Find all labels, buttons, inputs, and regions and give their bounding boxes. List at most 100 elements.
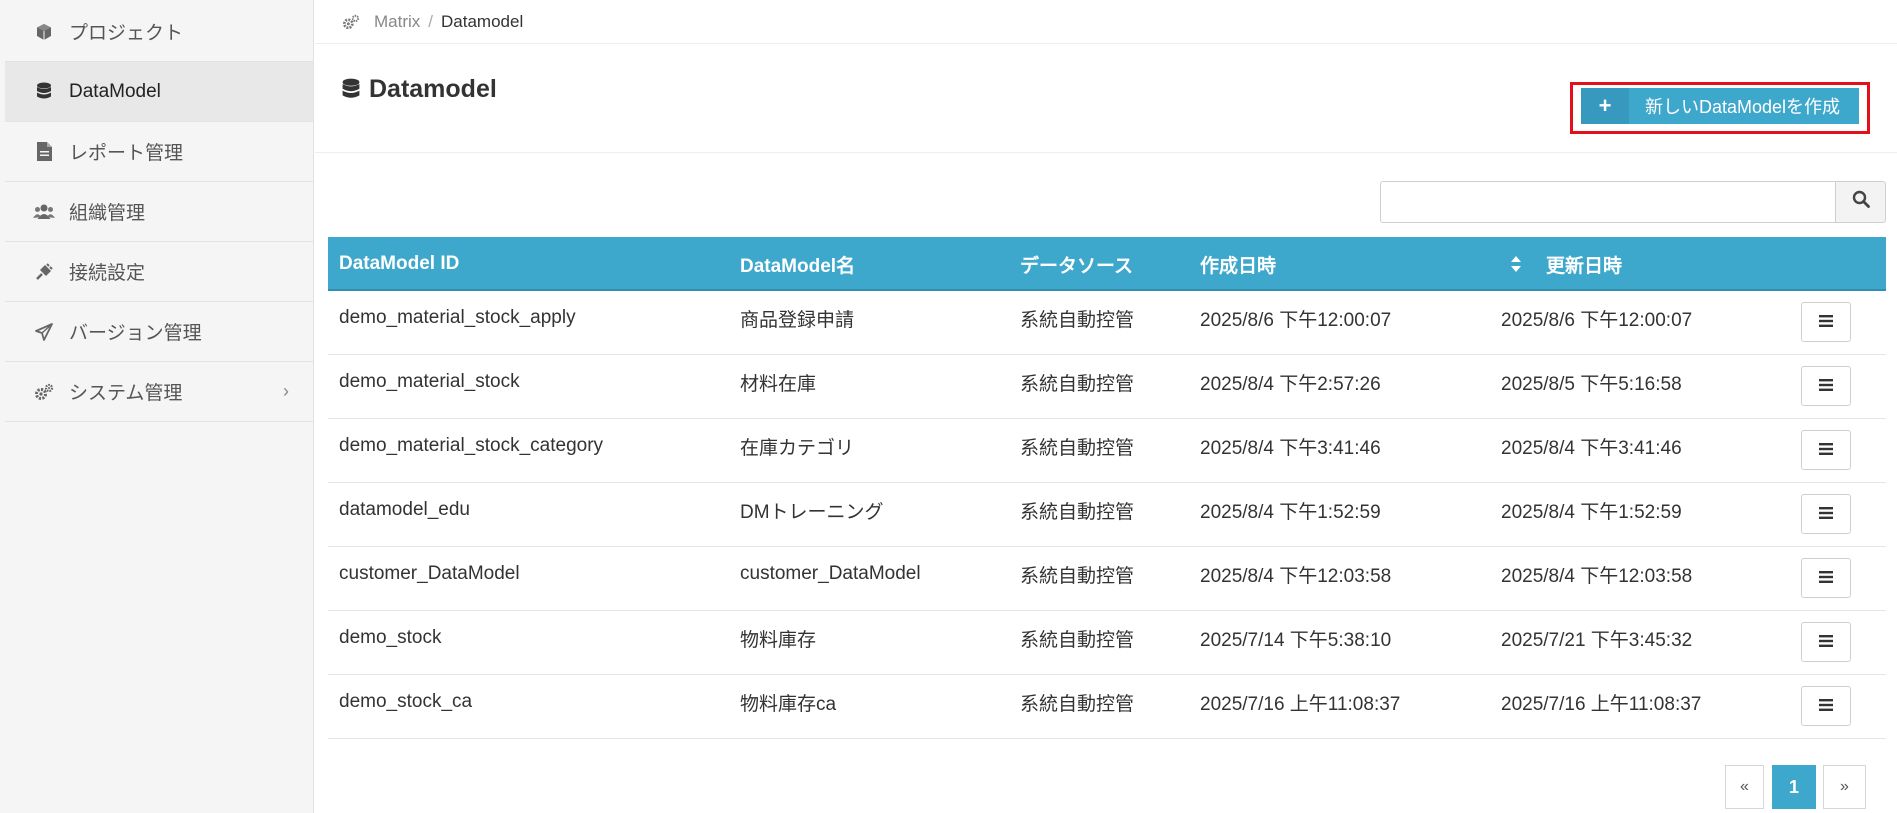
cell-source: 系統自動控管 xyxy=(1020,309,1135,331)
cell-source: 系統自動控管 xyxy=(1020,629,1135,651)
table-row: demo_stock 物料庫存 系統自動控管 2025/7/14 下午5:38:… xyxy=(328,611,1886,675)
cell-updated: 2025/8/4 下午1:52:59 xyxy=(1501,501,1682,523)
row-menu-button[interactable] xyxy=(1801,302,1851,342)
column-header-source[interactable]: データソース xyxy=(1020,237,1133,291)
sidebar-item-label: 接続設定 xyxy=(69,263,146,284)
breadcrumb: Matrix / Datamodel xyxy=(315,0,1897,44)
users-icon xyxy=(33,201,55,223)
search-button[interactable] xyxy=(1835,181,1886,223)
plus-icon: + xyxy=(1581,88,1629,124)
breadcrumb-separator: / xyxy=(428,11,434,31)
cell-id: demo_stock_ca xyxy=(339,691,473,712)
datamodel-table: DataModel ID DataModel名 データソース 作成日時 更新日時… xyxy=(328,237,1886,739)
row-menu-button[interactable] xyxy=(1801,366,1851,406)
row-menu-button[interactable] xyxy=(1801,686,1851,726)
cell-updated: 2025/7/21 下午3:45:32 xyxy=(1501,629,1693,651)
cell-source: 系統自動控管 xyxy=(1020,373,1135,395)
pagination-prev-button[interactable]: « xyxy=(1725,765,1764,809)
create-datamodel-label: 新しいDataModelを作成 xyxy=(1645,97,1841,117)
row-menu-button[interactable] xyxy=(1801,558,1851,598)
sidebar-item-version[interactable]: バージョン管理 xyxy=(5,302,313,362)
column-header-id[interactable]: DataModel ID xyxy=(339,237,459,291)
cell-id: customer_DataModel xyxy=(339,563,520,584)
hamburger-icon xyxy=(1819,375,1833,397)
cell-name: 物料庫存ca xyxy=(740,693,837,715)
row-menu-button[interactable] xyxy=(1801,494,1851,534)
cell-source: 系統自動控管 xyxy=(1020,437,1135,459)
row-menu-button[interactable] xyxy=(1801,622,1851,662)
cell-source: 系統自動控管 xyxy=(1020,693,1135,715)
page-title-text: Datamodel xyxy=(369,75,497,103)
cell-name: customer_DataModel xyxy=(740,563,921,584)
hamburger-icon xyxy=(1819,503,1833,525)
cell-source: 系統自動控管 xyxy=(1020,501,1135,523)
column-header-updated[interactable]: 更新日時 xyxy=(1546,237,1622,291)
sidebar-item-label: DataModel xyxy=(69,80,161,102)
hamburger-icon xyxy=(1819,695,1833,717)
cell-id: demo_material_stock_category xyxy=(339,435,604,456)
sidebar-item-label: レポート管理 xyxy=(69,143,184,164)
sidebar-item-label: システム管理 xyxy=(69,383,183,404)
table-header: DataModel ID DataModel名 データソース 作成日時 更新日時 xyxy=(328,237,1886,291)
row-menu-button[interactable] xyxy=(1801,430,1851,470)
hamburger-icon xyxy=(1819,439,1833,461)
sidebar-item-label: バージョン管理 xyxy=(69,323,202,344)
cell-id: demo_material_stock_apply xyxy=(339,307,576,328)
cell-id: demo_material_stock xyxy=(339,371,520,392)
sidebar-item-report[interactable]: レポート管理 xyxy=(5,122,313,182)
sidebar-item-datamodel[interactable]: DataModel xyxy=(5,62,313,122)
sidebar: プロジェクト DataModel レポート管理 組織管理 接続設定 バージョン管… xyxy=(0,0,314,813)
sidebar-item-label: 組織管理 xyxy=(69,203,146,224)
column-header-created[interactable]: 作成日時 xyxy=(1200,237,1276,291)
breadcrumb-current: Datamodel xyxy=(441,11,524,31)
table-row: demo_material_stock_apply 商品登録申請 系統自動控管 … xyxy=(328,291,1886,355)
cube-icon xyxy=(33,21,55,43)
table-row: demo_material_stock 材料在庫 系統自動控管 2025/8/4… xyxy=(328,355,1886,419)
cell-created: 2025/8/4 下午12:03:58 xyxy=(1200,565,1392,587)
search-input[interactable] xyxy=(1380,181,1836,223)
breadcrumb-root-link[interactable]: Matrix xyxy=(374,12,420,32)
create-datamodel-button[interactable]: + 新しいDataModelを作成 xyxy=(1581,88,1859,124)
pagination-page-1[interactable]: 1 xyxy=(1772,765,1816,809)
cell-name: DMトレーニング xyxy=(740,501,884,523)
sidebar-item-label: プロジェクト xyxy=(69,23,184,44)
cell-created: 2025/7/14 下午5:38:10 xyxy=(1200,629,1392,651)
table-row: datamodel_edu DMトレーニング 系統自動控管 2025/8/4 下… xyxy=(328,483,1886,547)
cell-name: 物料庫存 xyxy=(740,629,817,651)
cell-name: 在庫カテゴリ xyxy=(740,437,855,459)
file-icon xyxy=(33,141,55,163)
database-icon xyxy=(33,81,55,103)
cell-id: demo_stock xyxy=(339,627,442,648)
cell-name: 商品登録申請 xyxy=(740,309,855,331)
hamburger-icon xyxy=(1819,631,1833,653)
sidebar-item-connection[interactable]: 接続設定 xyxy=(5,242,313,302)
sidebar-item-organization[interactable]: 組織管理 xyxy=(5,182,313,242)
sidebar-item-system[interactable]: システム管理 › xyxy=(5,362,313,422)
cell-updated: 2025/7/16 上午11:08:37 xyxy=(1501,693,1702,715)
search-icon xyxy=(1852,190,1870,214)
cell-updated: 2025/8/6 下午12:00:07 xyxy=(1501,309,1693,331)
cell-created: 2025/8/4 下午1:52:59 xyxy=(1200,501,1381,523)
table-row: customer_DataModel customer_DataModel 系統… xyxy=(328,547,1886,611)
table-body: demo_material_stock_apply 商品登録申請 系統自動控管 … xyxy=(328,291,1886,739)
chevron-right-icon: › xyxy=(283,381,289,401)
cell-id: datamodel_edu xyxy=(339,499,470,520)
pagination-next-button[interactable]: » xyxy=(1823,765,1866,809)
gears-icon xyxy=(342,12,362,32)
table-row: demo_material_stock_category 在庫カテゴリ 系統自動… xyxy=(328,419,1886,483)
cell-updated: 2025/8/5 下午5:16:58 xyxy=(1501,373,1682,395)
cell-name: 材料在庫 xyxy=(740,373,817,395)
sidebar-item-project[interactable]: プロジェクト xyxy=(5,2,313,62)
cell-created: 2025/8/4 下午2:57:26 xyxy=(1200,373,1381,395)
cell-created: 2025/8/4 下午3:41:46 xyxy=(1200,437,1381,459)
cell-created: 2025/7/16 上午11:08:37 xyxy=(1200,693,1401,715)
column-header-name[interactable]: DataModel名 xyxy=(740,237,855,291)
plug-icon xyxy=(33,261,55,283)
sort-icon[interactable] xyxy=(1510,254,1522,274)
cell-updated: 2025/8/4 下午12:03:58 xyxy=(1501,565,1693,587)
paper-plane-icon xyxy=(33,321,55,343)
table-row: demo_stock_ca 物料庫存ca 系統自動控管 2025/7/16 上午… xyxy=(328,675,1886,739)
database-icon xyxy=(341,77,363,103)
hamburger-icon xyxy=(1819,567,1833,589)
hamburger-icon xyxy=(1819,311,1833,333)
